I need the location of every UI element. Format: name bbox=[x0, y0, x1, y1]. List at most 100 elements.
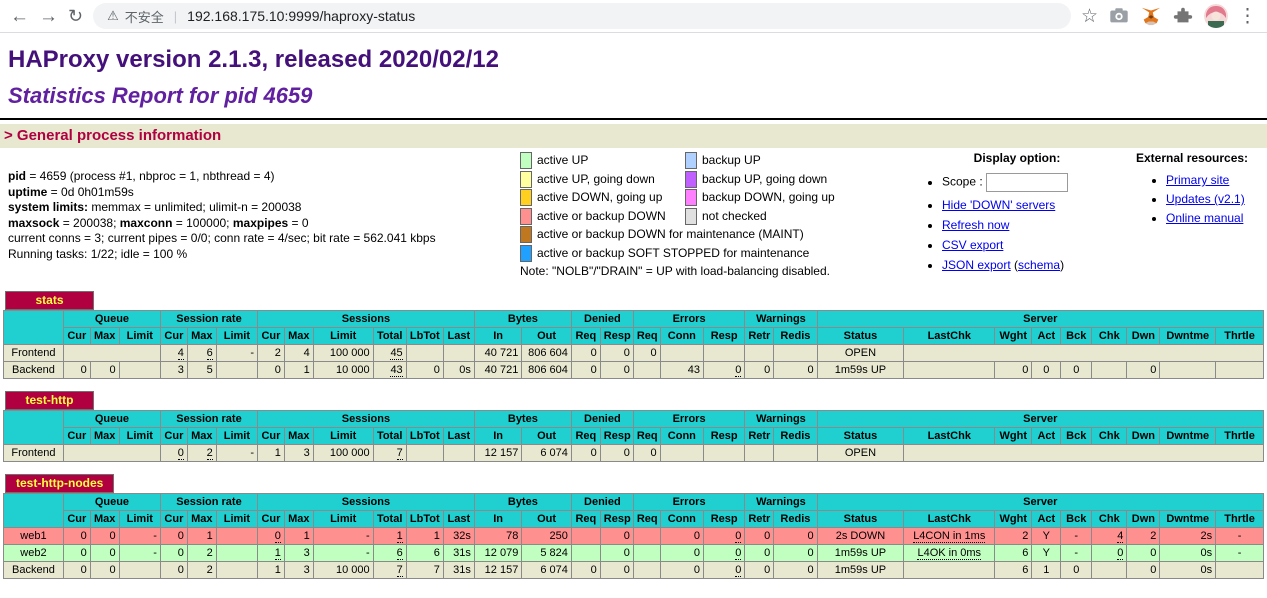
cell: 0 bbox=[745, 362, 774, 379]
cell: 31s bbox=[443, 545, 474, 562]
column-header: Total bbox=[373, 428, 406, 445]
cell: Y bbox=[1032, 545, 1061, 562]
info-label: maxconn bbox=[120, 216, 173, 230]
cell bbox=[660, 445, 703, 462]
column-group: Session rate bbox=[160, 411, 257, 428]
cell: 6 bbox=[187, 345, 216, 362]
cell: 1m59s UP bbox=[817, 362, 904, 379]
cell bbox=[1216, 562, 1264, 579]
column-group: Warnings bbox=[745, 494, 817, 511]
proxy-title-stats[interactable]: stats bbox=[5, 291, 94, 310]
column-header: Dwn bbox=[1127, 511, 1160, 528]
column-header: Conn bbox=[660, 511, 703, 528]
column-header: Wght bbox=[995, 428, 1032, 445]
table-row: Frontend46-24100 0004540 721806 604000OP… bbox=[4, 345, 1264, 362]
proxy-title-test-http-nodes[interactable]: test-http-nodes bbox=[5, 474, 114, 493]
legend-label: active or backup SOFT STOPPED for mainte… bbox=[533, 244, 908, 263]
info-text: = 0d 0h01m59s bbox=[47, 185, 133, 199]
column-header: Req bbox=[571, 428, 600, 445]
profile-avatar[interactable] bbox=[1204, 4, 1228, 28]
address-bar[interactable]: ⚠ 不安全 | 192.168.175.10:9999/haproxy-stat… bbox=[93, 3, 1071, 29]
legend-grid: active UPbackup UPactive UP, going downb… bbox=[520, 151, 908, 262]
cell: 806 604 bbox=[522, 362, 572, 379]
cell: - bbox=[1061, 545, 1092, 562]
updates-link[interactable]: Updates (v2.1) bbox=[1166, 192, 1245, 206]
cell: 4 bbox=[160, 345, 187, 362]
external-resources-title: External resources: bbox=[1136, 151, 1267, 165]
forward-icon[interactable]: → bbox=[39, 7, 58, 26]
column-header: Dwntme bbox=[1160, 328, 1216, 345]
browser-menu-icon[interactable]: ⋮ bbox=[1238, 7, 1257, 26]
legend-swatch bbox=[520, 245, 532, 262]
legend-label: backup DOWN, going up bbox=[698, 188, 908, 207]
primary-site-link[interactable]: Primary site bbox=[1166, 173, 1229, 187]
column-group: Queue bbox=[63, 494, 160, 511]
column-group: Denied bbox=[571, 494, 633, 511]
column-header: Max bbox=[90, 428, 119, 445]
refresh-now-link[interactable]: Refresh now bbox=[942, 218, 1009, 232]
column-header: Status bbox=[817, 428, 904, 445]
column-group: Warnings bbox=[745, 411, 817, 428]
metamask-extension-icon[interactable] bbox=[1140, 5, 1162, 27]
cell: 0 bbox=[600, 528, 633, 545]
column-group: Server bbox=[817, 411, 1263, 428]
cell: 0 bbox=[1092, 545, 1127, 562]
column-header: In bbox=[474, 511, 522, 528]
column-header: Cur bbox=[160, 328, 187, 345]
cell bbox=[119, 362, 160, 379]
tooltip-value: 0 bbox=[1117, 547, 1123, 560]
bookmark-star-icon[interactable]: ☆ bbox=[1081, 7, 1098, 26]
tooltip-value: 0 bbox=[735, 364, 741, 377]
scope-input[interactable] bbox=[986, 173, 1068, 192]
column-header: Max bbox=[90, 328, 119, 345]
online-manual-link[interactable]: Online manual bbox=[1166, 211, 1243, 225]
proxy-title-test-http[interactable]: test-http bbox=[5, 391, 94, 410]
extensions-puzzle-icon[interactable] bbox=[1172, 5, 1194, 27]
camera-extension-icon[interactable] bbox=[1108, 5, 1130, 27]
column-group: Denied bbox=[571, 311, 633, 328]
cell: 2 bbox=[1127, 528, 1160, 545]
legend-swatch bbox=[685, 208, 697, 225]
haproxy-version-link[interactable]: HAProxy version 2.1.3, released 2020/02/… bbox=[8, 46, 499, 73]
info-section: pid = 4659 (process #1, nbproc = 1, nbth… bbox=[0, 148, 1267, 278]
external-resources: External resources: Primary site Updates … bbox=[1126, 151, 1267, 278]
row-header: web2 bbox=[4, 545, 64, 562]
column-group: Errors bbox=[633, 494, 745, 511]
column-header: Cur bbox=[258, 511, 285, 528]
csv-export-link[interactable]: CSV export bbox=[942, 238, 1003, 252]
tooltip-value: 0 bbox=[735, 547, 741, 560]
security-warning-icon[interactable]: ⚠ bbox=[107, 8, 119, 24]
column-header: Max bbox=[187, 511, 216, 528]
cell: 2 bbox=[187, 545, 216, 562]
cell bbox=[633, 562, 660, 579]
column-header: Limit bbox=[216, 511, 257, 528]
column-header: Conn bbox=[660, 428, 703, 445]
column-header: Limit bbox=[119, 328, 160, 345]
tooltip-value: 7 bbox=[397, 447, 403, 460]
back-icon[interactable]: ← bbox=[10, 7, 29, 26]
cell: 0s bbox=[1160, 545, 1216, 562]
info-text: = 4659 (process #1, nbproc = 1, nbthread… bbox=[26, 169, 275, 183]
cell: OPEN bbox=[817, 445, 904, 462]
cell: - bbox=[119, 528, 160, 545]
cell bbox=[904, 345, 1264, 362]
legend-swatch bbox=[685, 171, 697, 188]
schema-link[interactable]: schema bbox=[1018, 258, 1060, 272]
column-group: Session rate bbox=[160, 311, 257, 328]
cell bbox=[406, 345, 443, 362]
cell: 1 bbox=[406, 528, 443, 545]
cell: 250 bbox=[522, 528, 572, 545]
cell: 43 bbox=[373, 362, 406, 379]
column-header: Wght bbox=[995, 511, 1032, 528]
hide-down-servers-link[interactable]: Hide 'DOWN' servers bbox=[942, 198, 1055, 212]
tooltip-value: L4OK in 0ms bbox=[917, 547, 981, 560]
json-export-link[interactable]: JSON export bbox=[942, 258, 1011, 272]
cell: 0 bbox=[571, 345, 600, 362]
section-heading: > General process information bbox=[0, 124, 1267, 148]
info-text: memmax = unlimited; ulimit-n = 200038 bbox=[88, 200, 301, 214]
column-header: Conn bbox=[660, 328, 703, 345]
column-header: Max bbox=[284, 511, 313, 528]
column-header: Last bbox=[443, 328, 474, 345]
cell: 0s bbox=[1160, 562, 1216, 579]
reload-icon[interactable]: ↻ bbox=[68, 7, 83, 25]
